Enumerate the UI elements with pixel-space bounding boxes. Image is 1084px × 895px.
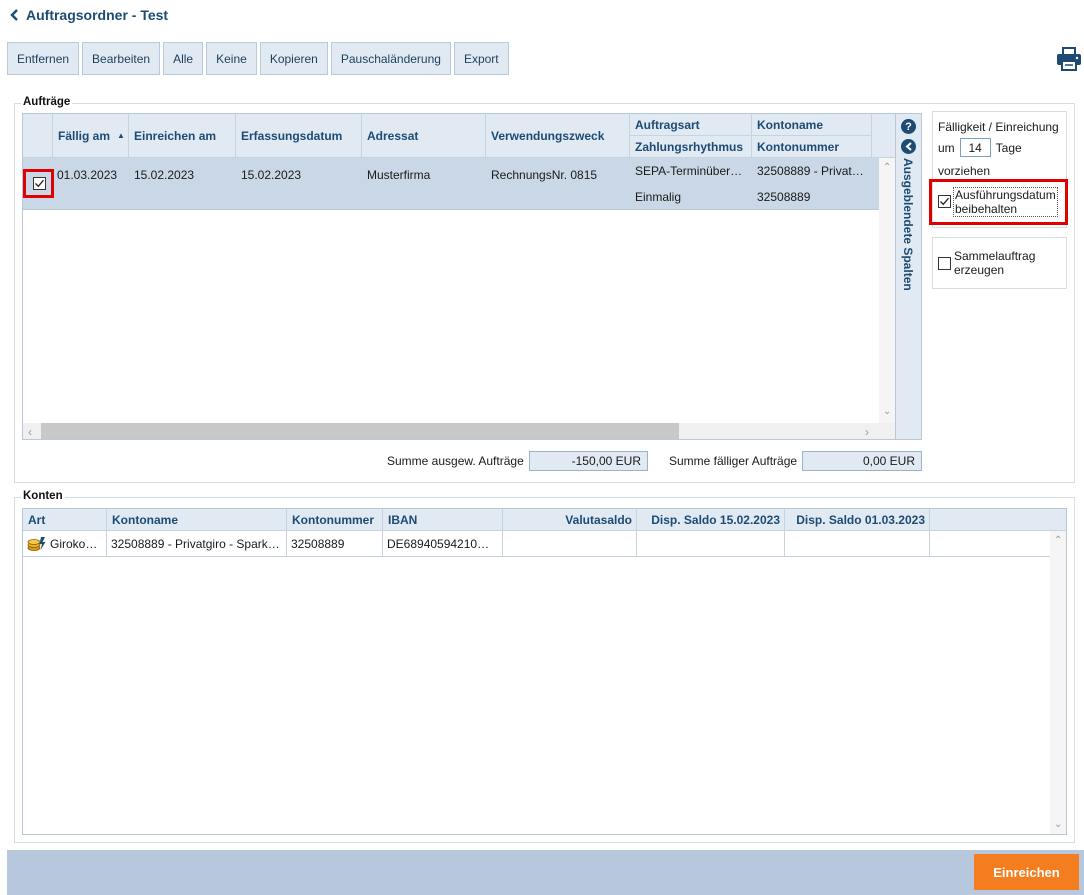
batch-order-line1: Sammelauftrag <box>954 249 1036 263</box>
cell-erfassungsdatum: 15.02.2023 <box>241 168 302 182</box>
column-art[interactable]: Art <box>23 509 107 531</box>
orders-horizontal-scrollbar[interactable]: ‹ › <box>23 423 895 439</box>
cell-verwendungszweck: RechnungsNr. 0815 <box>491 168 598 182</box>
column-erfassungsdatum[interactable]: Erfassungsdatum <box>236 114 362 158</box>
title-bar: Auftragsordner - Test <box>6 5 168 25</box>
copy-button[interactable]: Kopieren <box>259 42 328 75</box>
accounts-grid: Art Kontoname Kontonummer IBAN Valutasal… <box>22 508 1067 835</box>
page-title: Auftragsordner - Test <box>26 7 169 23</box>
cell-auftragsart: SEPA-Terminüber… <box>635 164 743 178</box>
cell-account-number: 32508889 <box>287 531 383 557</box>
advance-days-input[interactable]: 14 <box>959 138 991 157</box>
cell-disp-saldo-2 <box>785 531 930 557</box>
hidden-columns-panel[interactable]: ? Ausgeblendete Spalten <box>895 113 922 440</box>
column-faellig-am[interactable]: Fällig am ▲ <box>53 114 129 158</box>
header-checkbox-column <box>23 114 53 158</box>
scroll-up-arrow-icon[interactable]: ⌃ <box>883 162 891 173</box>
sort-ascending-icon: ▲ <box>117 131 125 140</box>
select-none-button[interactable]: Keine <box>206 42 257 75</box>
option-highlight-frame <box>929 179 1068 225</box>
column-disp-saldo-2[interactable]: Disp. Saldo 01.03.2023 <box>785 509 930 531</box>
accounts-vertical-scrollbar[interactable]: ⌃ ⌄ <box>1050 531 1066 834</box>
column-filler <box>930 509 1066 531</box>
column-zahlungsrhythmus[interactable]: Zahlungsrhythmus <box>630 136 752 158</box>
due-date-title: Fälligkeit / Einreichung <box>938 120 1059 134</box>
advance-days-row: um 14 Tage <box>938 138 1022 157</box>
submit-button[interactable]: Einreichen <box>974 854 1079 890</box>
column-iban[interactable]: IBAN <box>383 509 503 531</box>
column-adressat[interactable]: Adressat <box>362 114 486 158</box>
sum-due-value: 0,00 EUR <box>802 451 922 471</box>
cell-einreichen-am: 15.02.2023 <box>134 168 195 182</box>
remove-button[interactable]: Entfernen <box>7 42 80 75</box>
column-kontonummer[interactable]: Kontonummer <box>752 136 872 158</box>
cell-art-text: Giroko… <box>50 537 98 551</box>
accounts-legend: Konten <box>21 490 65 502</box>
scroll-left-arrow-icon[interactable]: ‹ <box>28 425 32 439</box>
column-overflow <box>872 114 895 158</box>
cell-faellig-am: 01.03.2023 <box>57 168 118 182</box>
cell-kontoname: 32508889 - Privat… <box>757 164 864 178</box>
tage-label: Tage <box>995 140 1022 155</box>
export-button[interactable]: Export <box>453 42 509 75</box>
checkbox-highlight-frame <box>23 169 54 198</box>
um-label: um <box>938 140 955 155</box>
cell-iban: DE68940594210… <box>383 531 503 557</box>
sum-due-label: Summe fälliger Aufträge <box>669 454 798 468</box>
cell-disp-saldo-1 <box>637 531 785 557</box>
column-disp-saldo-1[interactable]: Disp. Saldo 15.02.2023 <box>637 509 785 531</box>
scroll-down-arrow-icon[interactable]: ⌄ <box>1054 819 1062 830</box>
column-auftragsart[interactable]: Auftragsart <box>630 114 752 136</box>
printer-icon[interactable] <box>1056 46 1082 72</box>
batch-order-panel: Sammelauftrag erzeugen <box>932 237 1067 289</box>
vorziehen-label: vorziehen <box>938 164 991 178</box>
hidden-columns-label: Ausgeblendete Spalten <box>900 158 915 291</box>
orders-grid: Fällig am ▲ Einreichen am Erfassungsdatu… <box>22 113 896 440</box>
column-verwendungszweck[interactable]: Verwendungszweck <box>486 114 630 158</box>
column-einreichen-am[interactable]: Einreichen am <box>129 114 236 158</box>
orders-vertical-scrollbar[interactable]: ⌃ ⌄ <box>879 158 895 423</box>
sum-selected-label: Summe ausgew. Aufträge <box>387 454 524 468</box>
cell-zahlungsrhythmus: Einmalig <box>635 190 682 204</box>
account-coins-icon <box>27 536 47 552</box>
scroll-down-arrow-icon[interactable]: ⌄ <box>883 406 891 417</box>
scroll-right-arrow-icon[interactable]: › <box>865 425 869 439</box>
scroll-up-arrow-icon[interactable]: ⌃ <box>1054 535 1062 546</box>
chevron-left-circle-icon[interactable] <box>901 139 916 154</box>
toolbar: Entfernen Bearbeiten Alle Keine Kopieren… <box>7 42 509 75</box>
help-icon[interactable]: ? <box>901 119 916 134</box>
column-faellig-am-label: Fällig am <box>58 128 111 143</box>
cell-art: Giroko… <box>23 531 107 557</box>
column-account-name[interactable]: Kontoname <box>107 509 287 531</box>
orders-legend: Aufträge <box>21 96 73 108</box>
cell-valutasaldo <box>503 531 637 557</box>
batch-order-label: Sammelauftrag erzeugen <box>954 249 1035 277</box>
cell-kontonummer: 32508889 <box>757 190 811 204</box>
horizontal-scroll-thumb[interactable] <box>41 423 679 439</box>
sum-selected-value: -150,00 EUR <box>529 451 648 471</box>
column-kontoname[interactable]: Kontoname <box>752 114 872 136</box>
bulk-change-button[interactable]: Pauschaländerung <box>330 42 451 75</box>
footer-bar <box>7 850 1084 895</box>
cell-account-name: 32508889 - Privatgiro - Spark… <box>107 531 287 557</box>
cell-adressat: Musterfirma <box>367 168 431 182</box>
select-all-button[interactable]: Alle <box>163 42 204 75</box>
batch-order-checkbox[interactable] <box>938 257 951 270</box>
batch-order-line2: erzeugen <box>954 263 1005 277</box>
table-row[interactable]: Giroko… 32508889 - Privatgiro - Spark… 3… <box>23 531 1050 557</box>
edit-button[interactable]: Bearbeiten <box>82 42 161 75</box>
back-chevron-icon[interactable] <box>6 7 22 23</box>
column-valutasaldo[interactable]: Valutasaldo <box>503 509 637 531</box>
column-account-number[interactable]: Kontonummer <box>287 509 383 531</box>
